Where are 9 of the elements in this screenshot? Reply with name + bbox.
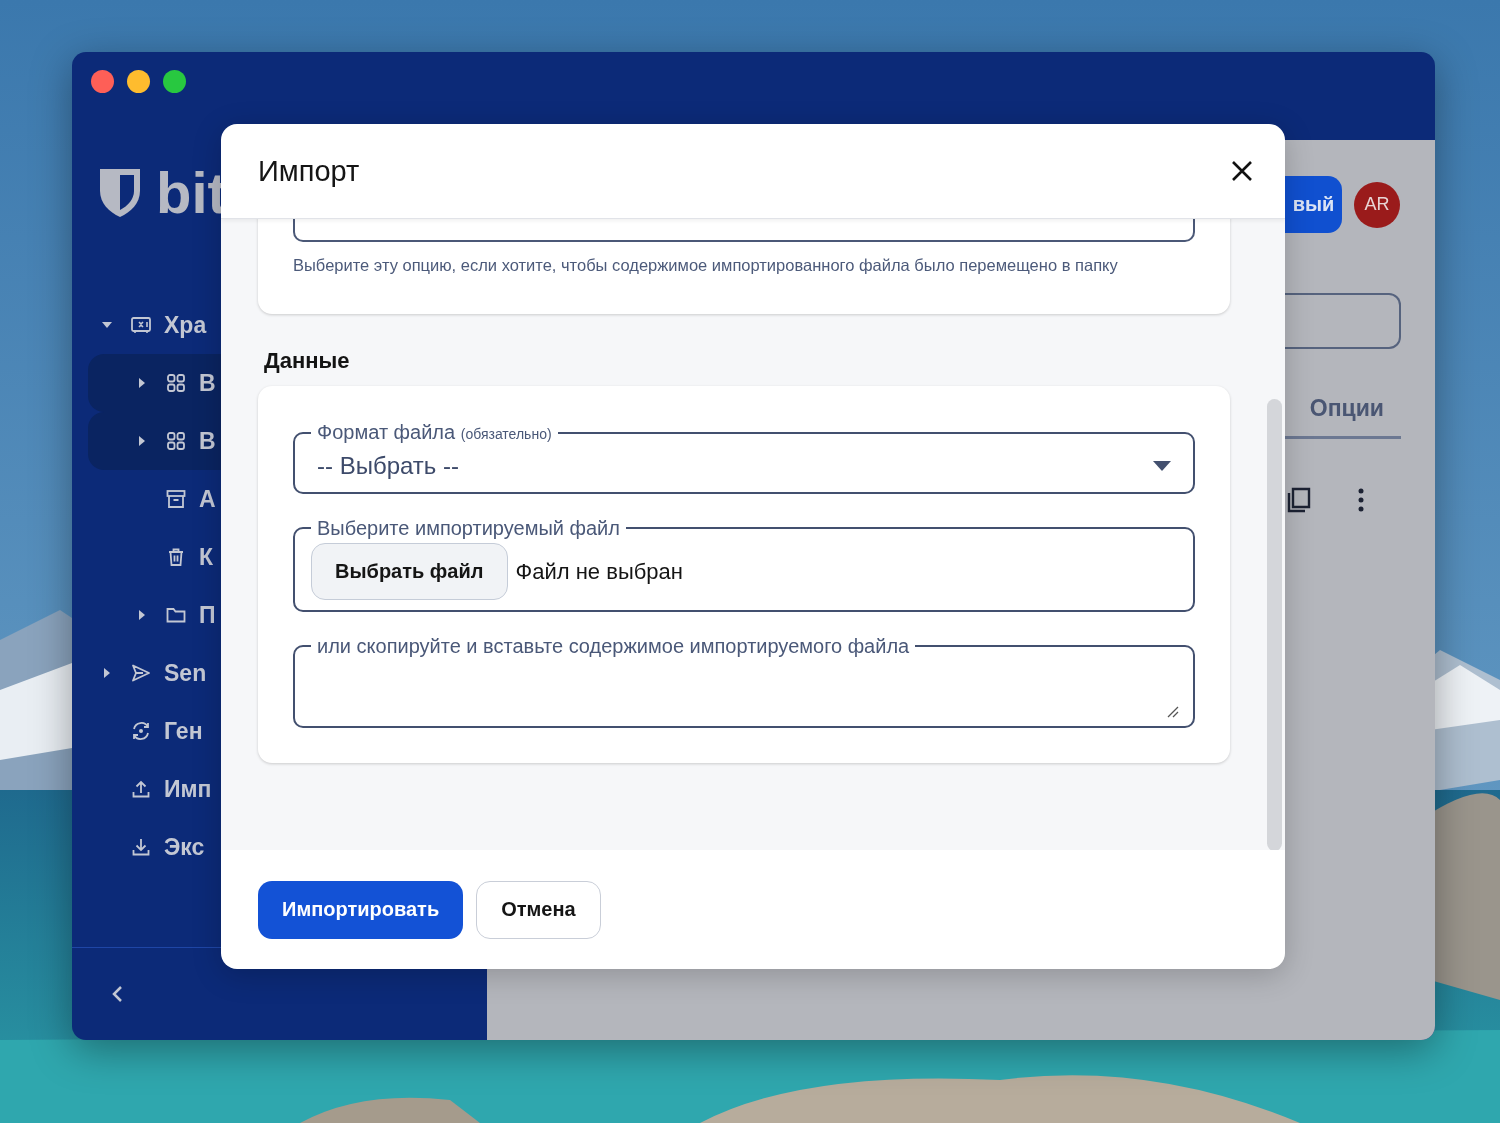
logo-text: bit	[156, 163, 227, 222]
field-label: Выберите импортируемый файл	[317, 517, 620, 539]
section-title: Данные	[263, 347, 351, 375]
field-label: или скопируйте и вставьте содержимое импортируемого файла	[317, 635, 910, 657]
file-status: Файл не выбран	[515, 558, 683, 585]
dialog-title: Импорт	[258, 154, 360, 188]
field-label: Формат файла (обязательно)	[317, 421, 552, 443]
folder-hint: Выберите эту опцию, если хотите, чтобы содержимое импортированного файла было перемещено в папку	[293, 255, 1119, 276]
select-value: -- Выбрать --	[316, 452, 459, 480]
